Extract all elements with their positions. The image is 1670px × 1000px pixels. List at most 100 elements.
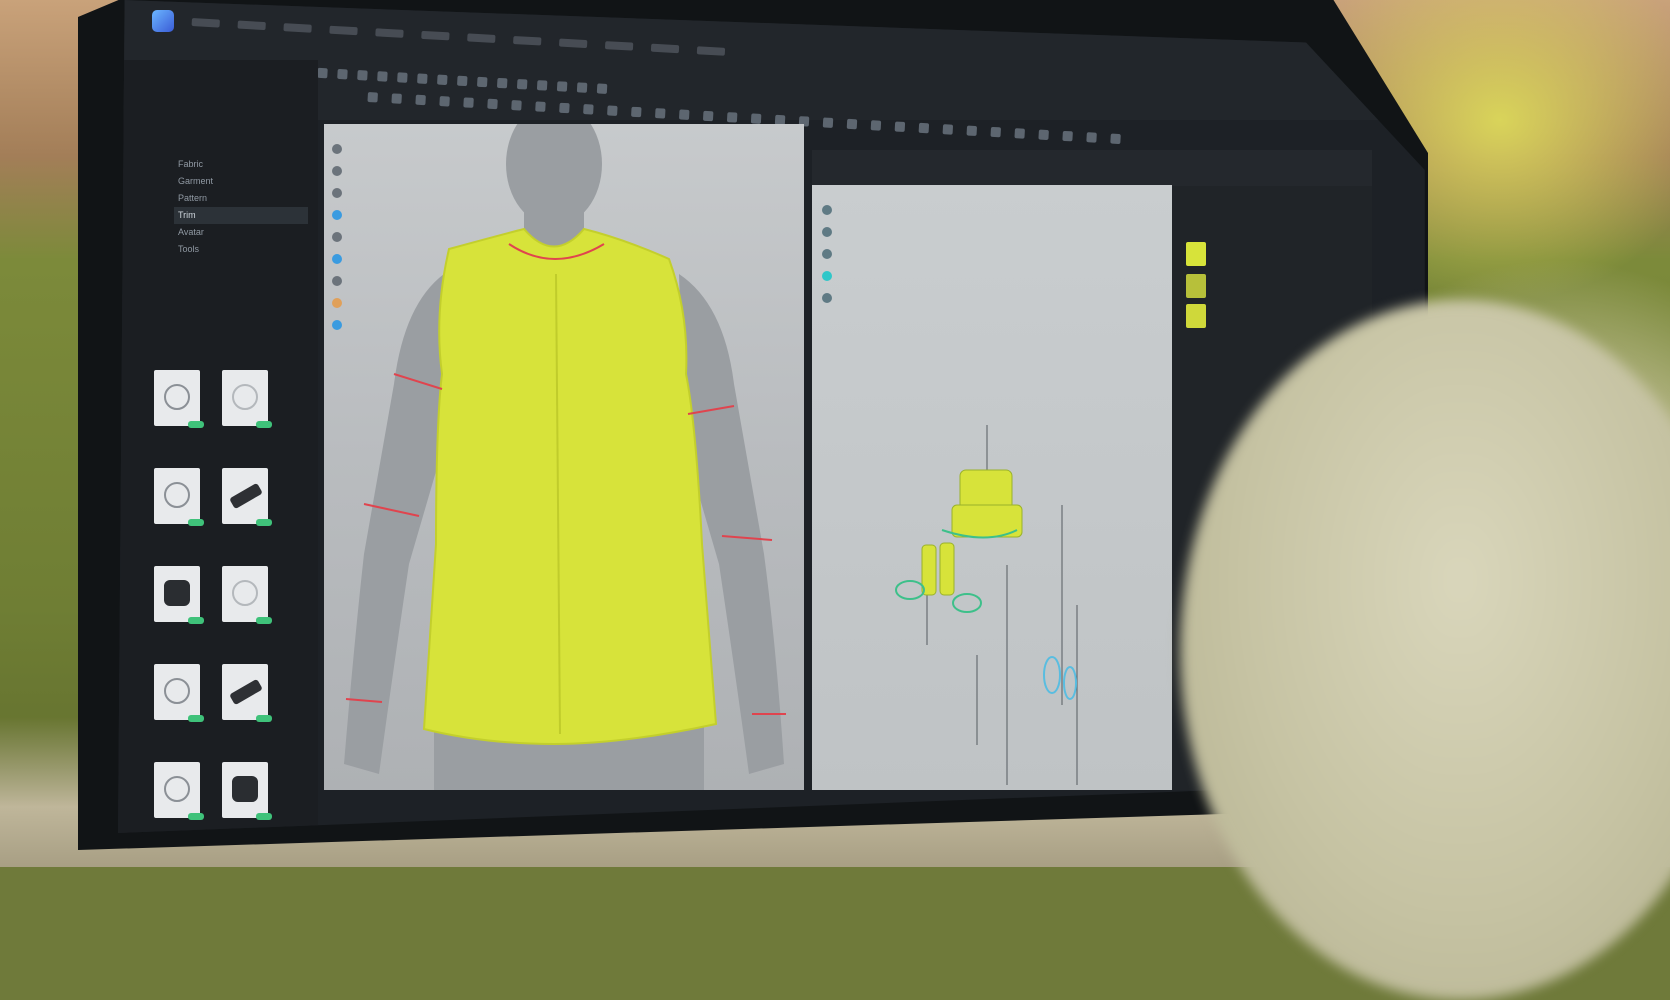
- tool-icon[interactable]: [1110, 133, 1121, 145]
- menu-item[interactable]: [558, 38, 588, 49]
- menu-item[interactable]: [329, 25, 358, 36]
- view-tool-icon[interactable]: [332, 298, 342, 308]
- asset-thumbnail[interactable]: [222, 370, 272, 428]
- pattern-tool-icon[interactable]: [822, 249, 832, 259]
- tool-icon[interactable]: [337, 68, 348, 80]
- asset-thumbnail[interactable]: [154, 566, 204, 624]
- asset-thumbnail[interactable]: [154, 468, 204, 526]
- tool-icon[interactable]: [415, 94, 426, 106]
- tool-icon[interactable]: [487, 98, 498, 110]
- fabric-swatch[interactable]: [1186, 274, 1206, 298]
- fabric-swatch[interactable]: [1186, 304, 1206, 328]
- tool-icon[interactable]: [417, 73, 428, 84]
- tool-icon[interactable]: [439, 96, 450, 107]
- tool-icon[interactable]: [559, 102, 570, 114]
- tool-icon[interactable]: [516, 78, 528, 90]
- menu-item[interactable]: [237, 20, 266, 31]
- library-list-item[interactable]: Pattern: [174, 190, 308, 207]
- pattern-tool-icon[interactable]: [822, 227, 832, 237]
- tool-icon[interactable]: [942, 124, 954, 135]
- tool-icon[interactable]: [596, 83, 608, 94]
- view-tool-icon[interactable]: [332, 232, 342, 242]
- menu-item[interactable]: [421, 30, 450, 41]
- tool-icon[interactable]: [367, 92, 378, 103]
- tool-icon[interactable]: [726, 112, 738, 123]
- tool-icon[interactable]: [576, 82, 588, 93]
- view-tool-icon[interactable]: [332, 210, 342, 220]
- tool-icon[interactable]: [457, 75, 468, 87]
- tool-icon[interactable]: [702, 110, 714, 122]
- pattern-tool-icon[interactable]: [822, 293, 832, 303]
- 2d-viewport-toolbar: [822, 205, 832, 303]
- menu-item[interactable]: [375, 28, 404, 38]
- pattern-outline: [1063, 666, 1077, 700]
- faint-trim-icon: [232, 384, 258, 410]
- pattern-outline: [895, 580, 925, 600]
- menu-item[interactable]: [513, 35, 542, 46]
- tool-icon[interactable]: [397, 72, 408, 83]
- tool-icon[interactable]: [556, 81, 568, 92]
- fabric-swatch[interactable]: [1186, 242, 1206, 266]
- menu-item[interactable]: [283, 23, 312, 33]
- view-tool-icon[interactable]: [332, 166, 342, 176]
- tool-icon[interactable]: [918, 122, 930, 134]
- menu-item[interactable]: [604, 41, 634, 51]
- tool-icon[interactable]: [894, 121, 906, 133]
- menu-item[interactable]: [650, 43, 680, 54]
- 2d-pattern-viewport[interactable]: [812, 185, 1172, 790]
- tool-icon[interactable]: [870, 120, 882, 131]
- asset-thumbnail[interactable]: [222, 664, 272, 722]
- tool-icon[interactable]: [511, 100, 522, 111]
- tool-icon[interactable]: [463, 97, 474, 108]
- tool-icon[interactable]: [654, 108, 666, 119]
- tool-icon[interactable]: [678, 109, 690, 120]
- tool-icon[interactable]: [631, 106, 642, 118]
- menu-item[interactable]: [696, 46, 726, 56]
- tool-icon[interactable]: [535, 101, 546, 112]
- pattern-pieces: [895, 425, 1078, 785]
- tool-icon[interactable]: [391, 93, 402, 104]
- tool-icon[interactable]: [1038, 129, 1049, 141]
- tool-icon[interactable]: [1014, 128, 1025, 139]
- app-logo-icon[interactable]: [152, 10, 174, 32]
- library-list-item[interactable]: Fabric: [174, 156, 308, 173]
- library-list-item[interactable]: Trim: [174, 207, 308, 224]
- view-tool-icon[interactable]: [332, 144, 342, 154]
- menu-item[interactable]: [467, 33, 496, 43]
- tool-icon[interactable]: [966, 125, 978, 137]
- view-tool-icon[interactable]: [332, 254, 342, 264]
- library-list-item[interactable]: Tools: [174, 241, 308, 258]
- asset-thumbnail[interactable]: [154, 664, 204, 722]
- view-tool-icon[interactable]: [332, 276, 342, 286]
- menu-item[interactable]: [191, 18, 220, 28]
- tool-icon[interactable]: [822, 117, 834, 128]
- tool-icon[interactable]: [317, 67, 328, 79]
- pattern-tool-icon[interactable]: [822, 271, 832, 281]
- tool-icon[interactable]: [607, 105, 618, 116]
- tool-icon[interactable]: [750, 113, 762, 124]
- avatar-with-garment: [344, 124, 786, 790]
- tool-icon[interactable]: [437, 74, 448, 86]
- asset-thumbnail-grid: [154, 370, 272, 820]
- tool-icon[interactable]: [476, 76, 488, 88]
- tool-icon[interactable]: [846, 118, 858, 130]
- asset-thumbnail[interactable]: [154, 370, 204, 428]
- tool-icon[interactable]: [1086, 132, 1097, 143]
- tool-icon[interactable]: [990, 126, 1002, 138]
- asset-thumbnail[interactable]: [222, 566, 272, 624]
- library-list-item[interactable]: Garment: [174, 173, 308, 190]
- tool-icon[interactable]: [536, 80, 548, 91]
- library-list-item[interactable]: Avatar: [174, 224, 308, 241]
- view-tool-icon[interactable]: [332, 320, 342, 330]
- asset-thumbnail[interactable]: [222, 468, 272, 526]
- 3d-viewport[interactable]: [324, 124, 804, 790]
- view-tool-icon[interactable]: [332, 188, 342, 198]
- tool-icon[interactable]: [1062, 130, 1073, 142]
- added-badge: [188, 715, 204, 722]
- tool-icon[interactable]: [377, 71, 388, 82]
- tool-icon[interactable]: [583, 104, 594, 115]
- tool-icon[interactable]: [357, 70, 368, 81]
- added-badge: [188, 421, 204, 428]
- pattern-tool-icon[interactable]: [822, 205, 832, 215]
- tool-icon[interactable]: [496, 77, 508, 89]
